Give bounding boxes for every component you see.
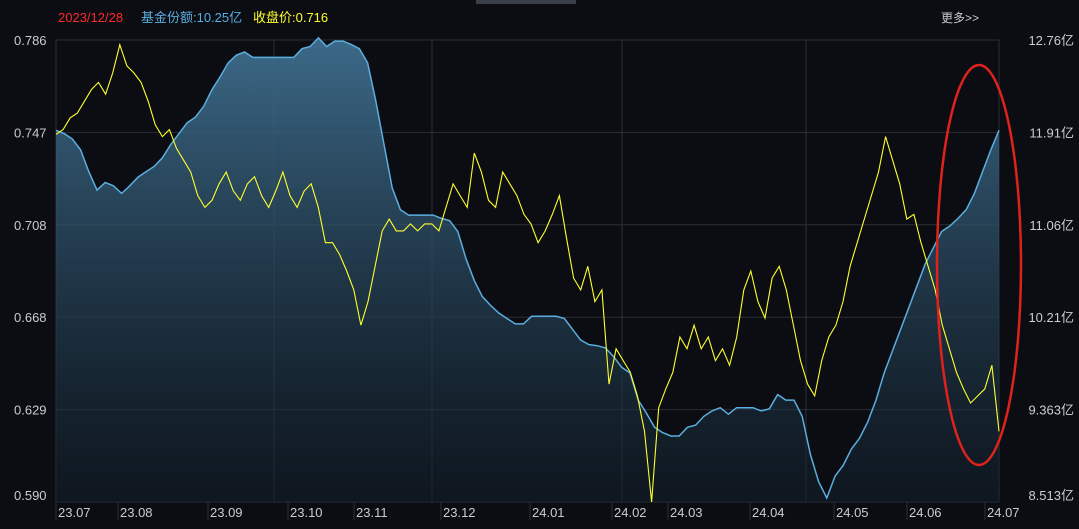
header-date: 2023/12/28 — [58, 10, 123, 25]
y-right-tick-label: 8.513亿 — [1028, 488, 1074, 503]
x-tick-label: 24.03 — [670, 505, 703, 520]
y-left-tick-label: 0.747 — [14, 125, 47, 140]
y-right-tick-label: 12.76亿 — [1028, 33, 1074, 48]
x-tick-label: 24.06 — [909, 505, 942, 520]
y-right-tick-label: 10.21亿 — [1028, 310, 1074, 325]
x-tick-label: 24.02 — [614, 505, 647, 520]
y-left-tick-label: 0.786 — [14, 33, 47, 48]
x-tick-label: 23.09 — [210, 505, 243, 520]
x-tick-label: 24.04 — [752, 505, 785, 520]
header-close-price: 收盘价:0.716 — [253, 10, 328, 25]
y-left-tick-label: 0.590 — [14, 488, 47, 503]
x-tick-label: 24.07 — [987, 505, 1020, 520]
y-right-tick-label: 11.06亿 — [1029, 218, 1074, 233]
header-fund-share: 基金份额:10.25亿 — [141, 10, 242, 25]
x-tick-label: 23.08 — [120, 505, 153, 520]
y-left-tick-label: 0.708 — [14, 218, 47, 233]
x-tick-label: 23.10 — [290, 505, 323, 520]
y-left-tick-label: 0.629 — [14, 403, 47, 418]
x-tick-label: 23.11 — [356, 505, 388, 520]
x-tick-label: 23.12 — [443, 505, 476, 520]
more-link[interactable]: 更多>> — [941, 11, 979, 25]
top-drag-handle[interactable] — [476, 0, 576, 4]
y-right-tick-label: 11.91亿 — [1029, 125, 1074, 140]
fund-chart: 0.786 0.747 0.708 0.668 0.629 0.590 12.76亿 11.… — [0, 0, 1079, 529]
y-left-tick-label: 0.668 — [14, 310, 47, 325]
x-tick-label: 24.05 — [836, 505, 869, 520]
y-right-tick-label: 9.363亿 — [1028, 403, 1074, 418]
x-tick-label: 24.01 — [532, 505, 565, 520]
x-tick-label: 23.07 — [58, 505, 91, 520]
